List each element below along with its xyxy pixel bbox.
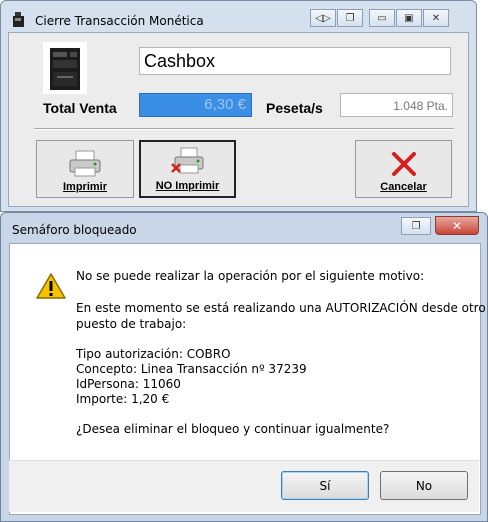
device-name-field[interactable]: Cashbox	[139, 47, 451, 75]
main-titlebar[interactable]: Cierre Transacción Monética ◁▷ ❐ ▭ ▣ ✕	[1, 1, 476, 31]
dialog-message-line: IdPersona: 11060	[76, 377, 181, 391]
maximize-icon[interactable]: ▣	[396, 9, 422, 27]
printer-no-icon	[170, 147, 203, 174]
yes-button[interactable]: Sí	[281, 471, 369, 500]
no-button[interactable]: No	[380, 471, 468, 500]
cancel-button-label: Cancelar	[380, 181, 427, 193]
collapse-icon[interactable]: ◁▷	[310, 9, 336, 27]
peseta-value-field[interactable]: 1.048 Pta.	[340, 93, 453, 117]
cancel-x-icon	[391, 152, 416, 176]
dialog-restore-icon[interactable]: ❐	[401, 217, 431, 235]
cash-register-icon	[43, 42, 87, 94]
total-value-field[interactable]: 6,30 €	[139, 93, 252, 117]
warning-icon	[36, 273, 66, 299]
dialog-message-line: En este momento se está realizando una A…	[76, 301, 486, 315]
dialog-title: Semáforo bloqueado	[12, 223, 137, 237]
minimize-icon[interactable]: ▭	[369, 9, 395, 27]
cancel-button[interactable]: Cancelar	[355, 140, 452, 198]
close-icon[interactable]: ✕	[423, 9, 449, 27]
peseta-label: Peseta/s	[266, 100, 323, 116]
dialog-message-line: Tipo autorización: COBRO	[76, 347, 231, 361]
printer-icon	[69, 150, 101, 177]
close-icon: ✕	[451, 218, 463, 233]
dialog-message-line: No se puede realizar la operación por el…	[76, 269, 425, 283]
print-button[interactable]: Imprimir	[36, 140, 134, 198]
dialog-message-line: puesto de trabajo:	[76, 317, 187, 331]
dialog-message-line: Concepto: Linea Transacción nº 37239	[76, 362, 307, 376]
main-window-title: Cierre Transacción Monética	[35, 14, 204, 28]
dialog-question: ¿Desea eliminar el bloqueo y continuar i…	[76, 422, 390, 436]
divider	[34, 128, 454, 130]
print-button-label: Imprimir	[62, 181, 107, 193]
restore-icon[interactable]: ❐	[337, 9, 363, 27]
no-print-button[interactable]: NO Imprimir	[139, 140, 236, 198]
app-icon	[13, 12, 24, 27]
total-label: Total Venta	[43, 100, 117, 116]
dialog-close-button[interactable]: ✕	[435, 216, 479, 235]
dialog-message-line: Importe: 1,20 €	[76, 392, 170, 406]
no-print-button-label: NO Imprimir	[155, 180, 220, 192]
